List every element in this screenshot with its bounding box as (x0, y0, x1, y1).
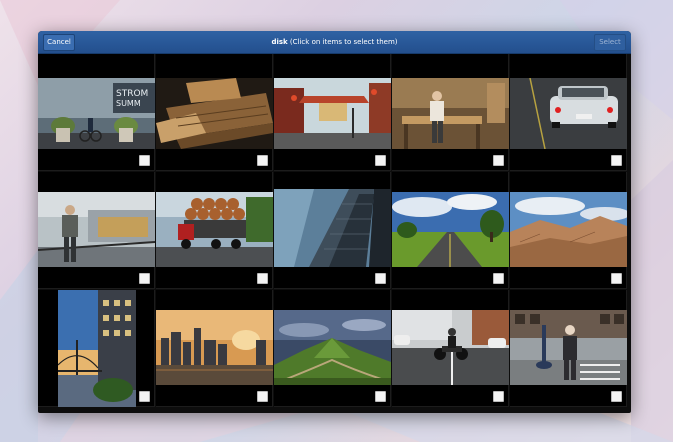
photo-cell[interactable] (38, 172, 155, 289)
desert-badlands-photo (510, 192, 627, 267)
photo-cell[interactable] (392, 290, 509, 407)
photo-checkbox[interactable] (139, 273, 150, 284)
photo-grid: STROM SUMM (38, 54, 631, 413)
photo-cell[interactable] (510, 54, 627, 171)
photo-cell[interactable] (38, 290, 155, 407)
photo-cell[interactable] (510, 290, 627, 407)
photo-checkbox[interactable] (257, 273, 268, 284)
old-man-street-photo (510, 310, 627, 385)
street-cyclist-photo: STROM SUMM (38, 78, 155, 149)
photo-cell[interactable] (274, 290, 391, 407)
title-disk: disk (271, 38, 288, 46)
skyscraper-photo (274, 189, 391, 267)
photo-cell[interactable] (392, 54, 509, 171)
photo-checkbox[interactable] (375, 155, 386, 166)
photographer-pier-photo (38, 192, 155, 267)
vintage-car-photo (510, 78, 627, 149)
photo-cell[interactable] (156, 290, 273, 407)
photo-checkbox[interactable] (257, 391, 268, 402)
svg-text:STROM: STROM (116, 89, 148, 99)
country-road-photo (392, 192, 509, 267)
photo-checkbox[interactable] (493, 155, 504, 166)
svg-text:SUMM: SUMM (116, 99, 141, 108)
photo-checkbox[interactable] (611, 391, 622, 402)
chinatown-street-photo (274, 78, 391, 149)
select-button[interactable]: Select (594, 34, 626, 51)
dialog-header: disk (Click on items to select them) Can… (38, 31, 631, 54)
photo-cell[interactable] (510, 172, 627, 289)
green-hills-photo (274, 310, 391, 385)
photo-checkbox[interactable] (139, 155, 150, 166)
photo-cell[interactable]: STROM SUMM (38, 54, 155, 171)
title-hint: (Click on items to select them) (287, 38, 398, 46)
photo-checkbox[interactable] (257, 155, 268, 166)
photo-checkbox[interactable] (375, 273, 386, 284)
photo-cell[interactable] (274, 172, 391, 289)
log-truck-photo (156, 192, 273, 267)
bay-bridge-photo (58, 290, 136, 407)
photo-cell[interactable] (392, 172, 509, 289)
motorcycle-street-photo (392, 310, 509, 385)
photo-cell[interactable] (156, 54, 273, 171)
image-picker-dialog: disk (Click on items to select them) Can… (38, 31, 631, 413)
photo-checkbox[interactable] (493, 273, 504, 284)
photo-checkbox[interactable] (611, 155, 622, 166)
photo-checkbox[interactable] (611, 273, 622, 284)
city-sunset-photo (156, 310, 273, 385)
wooden-planks-photo (156, 78, 273, 149)
carpenter-workshop-photo (392, 78, 509, 149)
photo-cell[interactable] (274, 54, 391, 171)
dialog-title: disk (Click on items to select them) (38, 31, 631, 53)
photo-checkbox[interactable] (493, 391, 504, 402)
photo-checkbox[interactable] (375, 391, 386, 402)
cancel-button[interactable]: Cancel (43, 34, 75, 51)
photo-checkbox[interactable] (139, 391, 150, 402)
photo-cell[interactable] (156, 172, 273, 289)
